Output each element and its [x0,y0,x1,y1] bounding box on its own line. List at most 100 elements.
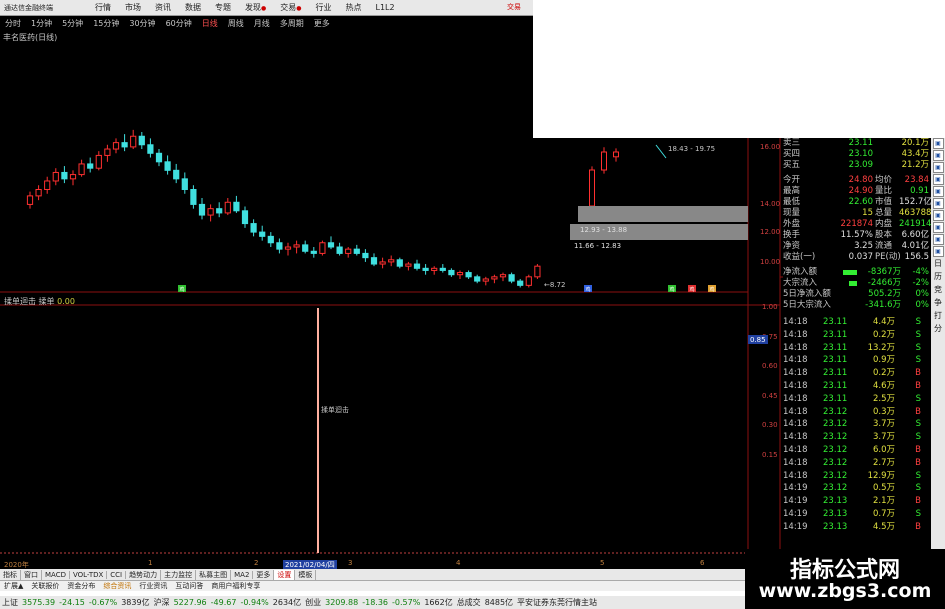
flow-pct: 0% [915,300,930,310]
index-value: 3575.39 [22,598,56,607]
side-tool-icon[interactable]: ▣ [932,138,944,149]
price-tick-3: 10.00 [760,258,780,266]
tick-direction: B [915,457,921,468]
candle-body [181,178,188,191]
stat-label: 量比 [875,186,893,196]
flow-bar-fill [842,270,857,275]
ask-row: 卖三 23.11 20.1万 [783,138,931,149]
candle-body [293,244,300,248]
candle-body [310,250,317,254]
stat-label: 内盘 [875,219,893,229]
info-tab-0[interactable]: 扩展▲ [0,581,27,591]
candle-body [379,261,386,265]
side-tab-0[interactable]: 日 [934,258,942,270]
signal-marker-label: 鸡 [709,286,714,293]
info-tab-4[interactable]: 行业资讯 [135,581,171,591]
index-name[interactable]: 上证 [0,597,20,608]
indicator-tab-4[interactable]: CCI [107,570,127,579]
stat-row: 外盘 221874 内盘 241914 [783,219,931,230]
quote-panel: 卖三 23.11 20.1万 买四 23.10 43.4万 买五 23.09 21.2万 今开 24… [783,138,932,549]
candle-body [388,259,395,263]
tick-direction: B [915,368,921,379]
tick-time: 14:18 [783,329,808,340]
stat-value: 6.60亿 [901,230,929,240]
info-tab-5[interactable]: 互动问答 [171,581,207,591]
side-tab-3[interactable]: 争 [934,297,942,309]
side-tab-4[interactable]: 打 [934,310,942,322]
tick-direction: S [915,393,921,404]
candle-body [448,269,455,276]
candle-body [259,231,266,237]
x-mark-4: 5 [600,559,604,567]
watermark-line2: www.zbgs3.com [758,580,932,602]
index-name[interactable]: 创业 [303,597,323,608]
tick-volume: 4.6万 [872,380,895,391]
indicator-tabs: 指标 窗口 MACD VOL-TDX CCI 趋势动力 主力监控 私募主图 MA2 更多 设置 模板 [0,569,745,580]
tick-price: 23.12 [823,419,848,430]
tick-volume: 4.4万 [872,317,895,327]
ask-spacer [873,160,899,171]
candle-body [508,274,515,282]
stat-value: 463788 [899,208,932,218]
flow-value: -2466万 [867,278,901,288]
side-tool-icon[interactable]: ▣ [932,234,944,245]
stat-label: 股本 [875,230,893,240]
index-name[interactable]: 沪深 [152,597,172,608]
stat-label: 收益(一) [783,252,816,262]
candle-body [112,142,120,150]
tick-row: 14:19 23.13 2.1万 B [783,495,931,508]
candle-body [474,276,481,282]
indicator-tab-5[interactable]: 趋势动力 [126,569,162,580]
tick-direction: S [915,419,921,430]
stat-label: 总量 [875,208,893,218]
indicator-tab-9[interactable]: 更多 [253,569,275,580]
indicator-tab-3[interactable]: VOL-TDX [70,570,108,579]
indicator-tab-8[interactable]: MA2 [231,570,254,579]
stat-label: 市值 [875,197,893,207]
side-tab-2[interactable]: 竞 [934,284,942,296]
tick-direction: S [915,432,921,443]
side-tool-icon[interactable]: ▣ [932,162,944,173]
candle-body [405,263,412,267]
stat-row: 净资 3.25 流通 4.01亿 [783,241,931,252]
tick-row: 14:18 23.12 6.0万 B [783,444,931,457]
side-tab-5[interactable]: 分 [934,323,942,335]
indicator-tab-7[interactable]: 私募主图 [196,569,232,580]
sub-indicator-name[interactable]: 揉单迴击 [4,297,36,306]
info-tab-2[interactable]: 资金分布 [63,581,99,591]
tick-price: 23.11 [823,355,848,366]
indicator-tab-1[interactable]: 窗口 [21,569,42,580]
side-tool-icon[interactable]: ▣ [932,150,944,161]
indicator-tab-0[interactable]: 指标 [0,569,21,580]
info-tab-3[interactable]: 综合资讯 [99,581,135,591]
info-tab-6[interactable]: 商用户福利专享 [207,581,264,591]
tick-volume: 2.5万 [872,393,895,404]
indicator-tab-10[interactable]: 设置 [274,569,296,580]
tick-row: 14:18 23.12 3.7万 S [783,431,931,444]
ask-spacer [873,149,899,160]
side-tool-icon[interactable]: ▣ [932,210,944,221]
index-amount: 2634亿 [272,598,302,607]
indicator-tab-11[interactable]: 模板 [295,569,317,580]
low-mark-label: ←8.72 [544,281,565,289]
flow-label: 净流入额 [783,267,818,277]
side-tool-icon[interactable]: ▣ [932,186,944,197]
side-tool-icon[interactable]: ▣ [932,246,944,257]
status-bar: 上证 3575.39 -24.15 -0.67% 3839亿 沪深 5227.96 -49.6… [0,596,745,609]
flow-bar [841,289,857,300]
side-tool-icon[interactable]: ▣ [932,174,944,185]
indicator-tab-2[interactable]: MACD [42,570,70,579]
info-tab-1[interactable]: 关联报价 [27,581,63,591]
tick-row: 14:19 23.13 4.5万 B [783,521,931,534]
stat-label: 最低 [783,197,801,207]
tick-time: 14:18 [783,419,808,430]
candle-body [439,267,446,271]
tick-volume: 2.1万 [872,496,895,507]
stat-row: 收益(一) 0.037 PE(动) 156.5 [783,252,931,263]
indicator-tab-6[interactable]: 主力监控 [161,569,197,580]
candle-body [482,278,489,282]
side-tool-icon[interactable]: ▣ [932,222,944,233]
side-tool-icon[interactable]: ▣ [932,198,944,209]
side-tab-1[interactable]: 历 [934,271,942,283]
flow-value: 505.2万 [868,289,901,299]
